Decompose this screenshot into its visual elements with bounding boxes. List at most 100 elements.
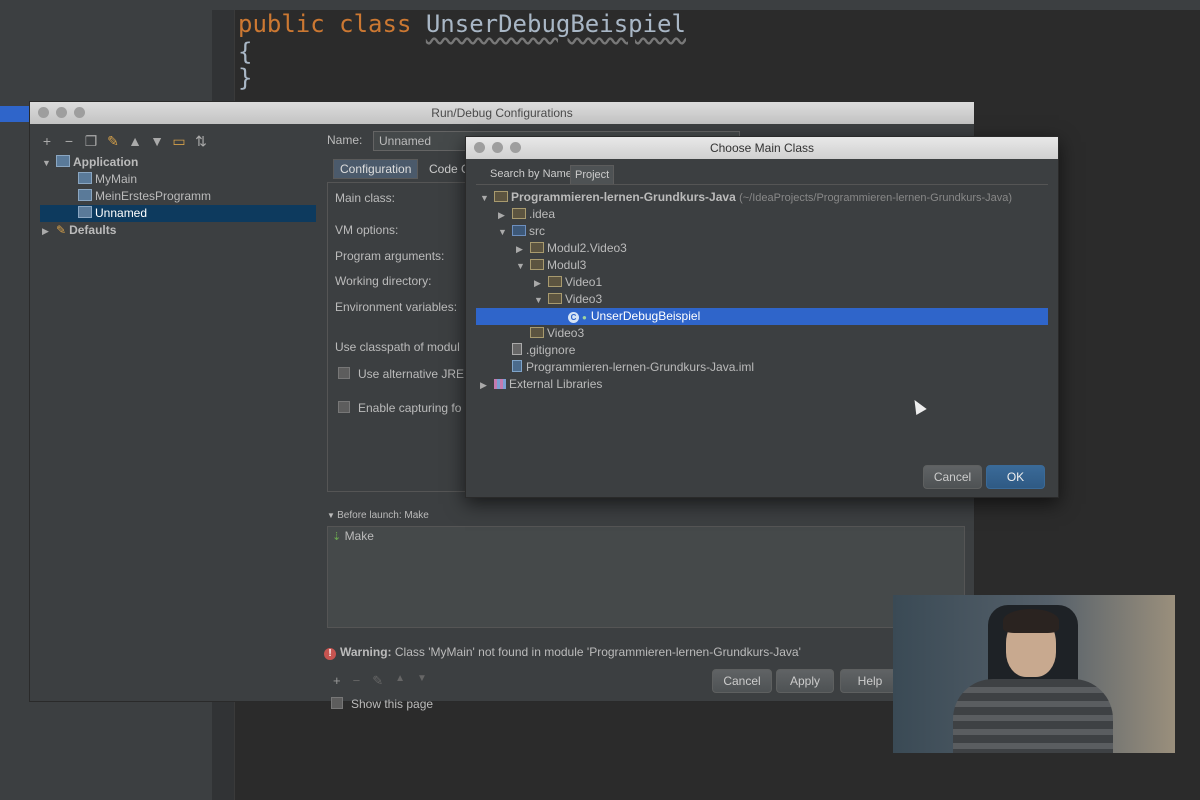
tree-item-unserdebugbeispiel[interactable]: C ● UnserDebugBeispiel (476, 308, 1048, 325)
minimize-window-icon[interactable] (492, 142, 503, 153)
apply-button[interactable]: Apply (776, 669, 834, 693)
program-arguments-label: Program arguments: (335, 249, 445, 263)
keyword-public: public (238, 10, 325, 38)
tree-item-modul3[interactable]: ▼ Modul3 (516, 257, 586, 274)
before-launch-toolbar: + − ✎ ▲ ▼ (333, 673, 427, 689)
tab-configuration[interactable]: Configuration (333, 159, 419, 179)
chevron-down-icon[interactable]: ▼ (534, 292, 548, 309)
chevron-right-icon[interactable]: ▶ (42, 223, 56, 240)
code-line-2[interactable]: { (238, 38, 252, 66)
chevron-right-icon[interactable]: ▶ (480, 377, 494, 394)
tree-item-video3-package[interactable]: Video3 (530, 325, 584, 342)
tree-item-video3[interactable]: ▼ Video3 (534, 291, 602, 308)
webcam-person-body (953, 679, 1113, 753)
tree-item-idea[interactable]: ▶ .idea (498, 206, 555, 223)
move-down-icon[interactable]: ▼ (417, 673, 427, 689)
tree-item-project-root[interactable]: ▼ Programmieren-lernen-Grundkurs-Java (~/… (480, 189, 1012, 206)
close-window-icon[interactable] (38, 107, 49, 118)
chevron-down-icon[interactable]: ▼ (42, 155, 56, 172)
tree-item-external-libraries[interactable]: ▶ External Libraries (480, 376, 602, 393)
lock-icon: ● (582, 313, 587, 322)
chevron-down-icon[interactable]: ▼ (498, 224, 512, 241)
tab-search-by-name[interactable]: Search by Name (486, 165, 576, 183)
tree-item-unnamed[interactable]: Unnamed (40, 205, 316, 222)
chevron-down-icon[interactable]: ▼ (516, 258, 530, 275)
wrench-icon[interactable]: ✎ (106, 132, 120, 150)
cancel-button[interactable]: Cancel (923, 465, 982, 489)
run-debug-titlebar[interactable]: Run/Debug Configurations (30, 102, 974, 124)
zoom-window-icon[interactable] (510, 142, 521, 153)
choose-main-titlebar[interactable]: Choose Main Class (466, 137, 1058, 159)
chevron-right-icon[interactable]: ▶ (516, 241, 530, 258)
add-icon[interactable]: + (40, 132, 54, 150)
move-down-icon[interactable]: ▼ (150, 132, 164, 150)
package-icon (530, 327, 544, 338)
add-task-icon[interactable]: + (333, 673, 341, 689)
tab-project[interactable]: Project (570, 165, 615, 185)
tree-item-gitignore[interactable]: .gitignore (512, 342, 575, 359)
enable-capturing-option[interactable]: Enable capturing fo (338, 401, 461, 415)
enable-capturing-checkbox[interactable] (338, 401, 350, 413)
config-tree: ▼ Application MyMain MeinErstesProgramm U… (40, 154, 316, 694)
edit-task-icon[interactable]: ✎ (372, 673, 383, 689)
code-line-1[interactable]: public class UnserDebugBeispiel (238, 10, 686, 38)
run-debug-title: Run/Debug Configurations (431, 106, 573, 120)
package-icon (530, 242, 544, 253)
working-directory-label: Working directory: (335, 274, 432, 288)
show-this-page-checkbox[interactable] (331, 697, 343, 709)
alt-jre-checkbox[interactable] (338, 367, 350, 379)
choose-main-class-dialog: Choose Main Class Search by Name Project… (465, 136, 1059, 498)
tree-item-mymain[interactable]: MyMain (78, 171, 137, 188)
chevron-right-icon[interactable]: ▶ (498, 207, 512, 224)
tree-item-iml[interactable]: Programmieren-lernen-Grundkurs-Java.iml (512, 359, 754, 376)
library-icon (494, 379, 506, 389)
tree-item-video1[interactable]: ▶ Video1 (534, 274, 602, 291)
ok-button[interactable]: OK (986, 465, 1045, 489)
file-icon (512, 343, 522, 355)
class-c-icon: C (568, 312, 579, 323)
defaults-wrench-icon: ✎ (56, 223, 67, 237)
iml-file-icon (512, 360, 522, 372)
vm-options-label: VM options: (335, 223, 399, 237)
config-toolbar: + − ❐ ✎ ▲ ▼ ▭ ⇅ (40, 132, 208, 150)
show-this-page-option[interactable]: Show this page (331, 697, 433, 711)
project-path: (~/IdeaProjects/Programmieren-lernen-Gru… (739, 192, 1013, 204)
list-item-make[interactable]: ⇣ Make (332, 529, 374, 543)
copy-icon[interactable]: ❐ (84, 132, 98, 150)
app-config-icon (78, 172, 92, 184)
move-up-icon[interactable]: ▲ (395, 673, 405, 689)
chevron-down-icon[interactable]: ▼ (480, 190, 494, 207)
cancel-button[interactable]: Cancel (712, 669, 772, 693)
tree-item-src[interactable]: ▼ src (498, 223, 545, 240)
alt-jre-option[interactable]: Use alternative JRE: (338, 367, 467, 381)
package-icon (548, 293, 562, 304)
webcam-overlay (893, 595, 1175, 753)
folder-icon[interactable]: ▭ (172, 132, 186, 150)
minimize-window-icon[interactable] (56, 107, 67, 118)
code-line-3[interactable]: } (238, 64, 252, 92)
tree-item-defaults[interactable]: ▶ ✎ Defaults (42, 222, 116, 239)
before-launch-list: ⇣ Make (327, 526, 965, 628)
config-sidebar: + − ❐ ✎ ▲ ▼ ▭ ⇅ ▼ Application MyMain Mein… (30, 124, 316, 701)
tree-item-application[interactable]: ▼ Application (42, 154, 138, 171)
remove-icon[interactable]: − (62, 132, 76, 150)
zoom-window-icon[interactable] (74, 107, 85, 118)
move-up-icon[interactable]: ▲ (128, 132, 142, 150)
use-classpath-label: Use classpath of modul (335, 340, 460, 354)
tab-divider (476, 184, 1048, 185)
tree-item-modul2-video3[interactable]: ▶ Modul2.Video3 (516, 240, 627, 257)
before-launch-header[interactable]: ▼ Before launch: Make (327, 510, 429, 521)
sort-icon[interactable]: ⇅ (194, 132, 208, 150)
remove-task-icon[interactable]: − (353, 673, 361, 689)
help-button[interactable]: Help (840, 669, 900, 693)
class-name: UnserDebugBeispiel (425, 10, 686, 38)
editor-tab-bar (212, 0, 1200, 10)
close-window-icon[interactable] (474, 142, 485, 153)
chevron-right-icon[interactable]: ▶ (534, 275, 548, 292)
environment-variables-label: Environment variables: (335, 300, 458, 314)
tree-item-meinerstesprogramm[interactable]: MeinErstesProgramm (78, 188, 211, 205)
app-config-icon (78, 206, 92, 218)
folder-icon (512, 208, 526, 219)
package-icon (530, 259, 544, 270)
chevron-down-icon: ▼ (327, 511, 338, 520)
